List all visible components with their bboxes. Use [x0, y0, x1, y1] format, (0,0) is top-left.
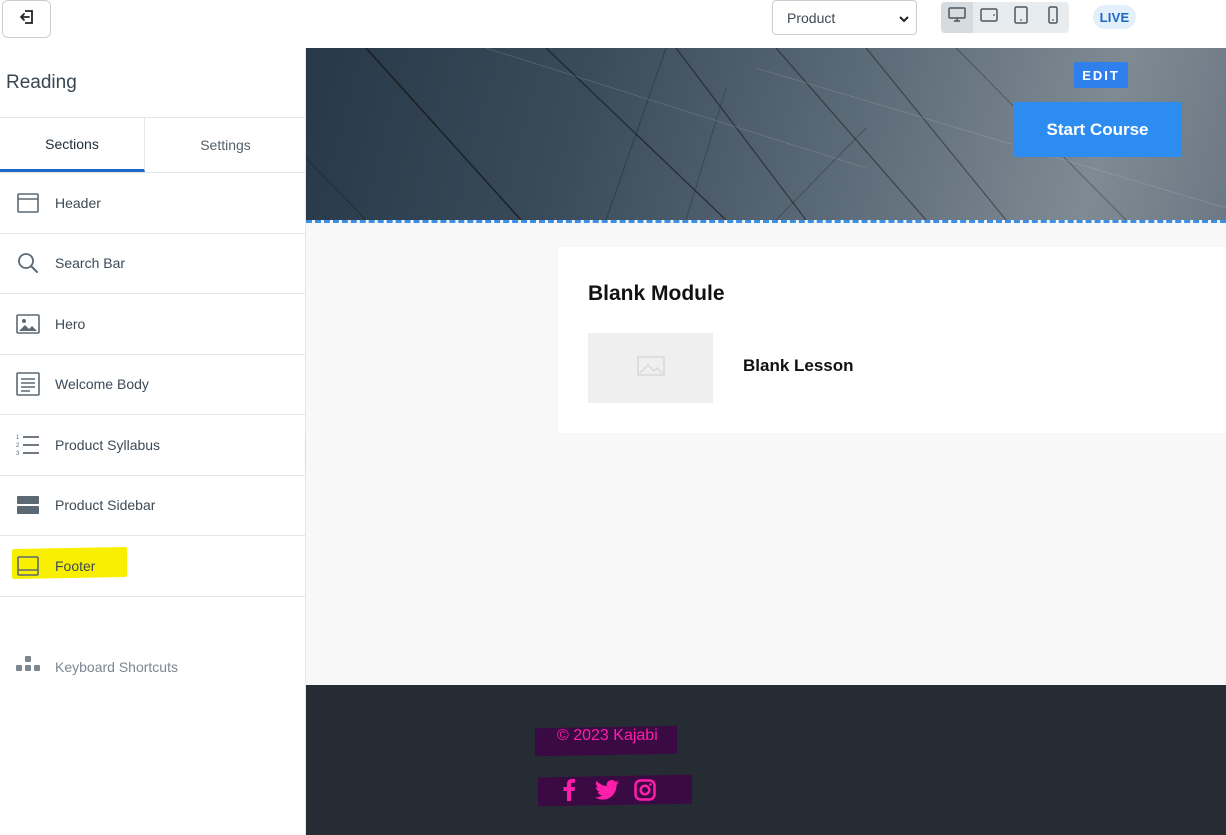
page-select[interactable]: Product: [772, 0, 917, 35]
footer-icon: [16, 554, 40, 578]
section-item-label: Welcome Body: [55, 376, 149, 393]
desktop-icon: [948, 7, 966, 28]
start-course-button[interactable]: Start Course: [1013, 102, 1182, 157]
tablet-portrait-icon: [1014, 6, 1028, 29]
sidebar-layout-icon: [16, 493, 40, 517]
top-bar: Product LIVE: [0, 0, 1226, 48]
section-item-label: Search Bar: [55, 255, 126, 272]
tablet-landscape-view-button[interactable]: [973, 2, 1005, 33]
facebook-icon[interactable]: [557, 778, 581, 802]
mobile-view-button[interactable]: [1037, 2, 1069, 33]
tablet-landscape-icon: [980, 7, 998, 28]
exit-icon: [18, 8, 36, 31]
section-item-search-bar[interactable]: Search Bar: [0, 234, 306, 294]
edit-section-button[interactable]: EDIT: [1074, 62, 1128, 88]
header-icon: [16, 191, 40, 215]
section-item-label: Product Sidebar: [55, 497, 156, 514]
tablet-portrait-view-button[interactable]: [1005, 2, 1037, 33]
svg-text:3: 3: [16, 451, 20, 457]
desktop-view-button[interactable]: [941, 2, 973, 33]
instagram-icon[interactable]: [633, 778, 657, 802]
keyboard-icon: [16, 656, 40, 677]
module-card: Blank Module Blank Lesson: [558, 247, 1226, 433]
section-list: Header Search Bar Hero Welcome Body 1 2 3 …: [0, 173, 306, 597]
image-icon: [16, 312, 40, 336]
social-links: [557, 778, 657, 802]
live-status-badge: LIVE: [1093, 5, 1136, 29]
keyboard-shortcuts-link[interactable]: Keyboard Shortcuts: [16, 656, 178, 677]
section-item-label: Product Syllabus: [55, 436, 161, 453]
keyboard-shortcuts-label: Keyboard Shortcuts: [55, 658, 178, 675]
section-item-hero[interactable]: Hero: [0, 294, 306, 355]
tab-settings[interactable]: Settings: [145, 118, 306, 172]
lesson-thumbnail[interactable]: [588, 333, 713, 403]
image-placeholder-icon: [636, 355, 665, 381]
twitter-icon[interactable]: [595, 778, 619, 802]
module-title: Blank Module: [588, 282, 725, 305]
section-item-footer[interactable]: Footer: [0, 536, 306, 597]
sidebar-tabs: Sections Settings: [0, 118, 306, 173]
lesson-title[interactable]: Blank Lesson: [743, 356, 854, 376]
section-item-header[interactable]: Header: [0, 173, 306, 234]
sidebar-title: Reading: [6, 72, 77, 93]
device-toggle: [941, 2, 1069, 33]
mobile-icon: [1048, 6, 1058, 29]
selection-outline: [306, 220, 1226, 224]
svg-text:1: 1: [16, 435, 20, 441]
svg-text:2: 2: [16, 443, 20, 449]
chevron-down-icon: [898, 12, 910, 28]
text-block-icon: [16, 372, 40, 397]
hero-section[interactable]: EDIT Start Course: [306, 48, 1226, 220]
sections-sidebar: Reading Sections Settings Header Search …: [0, 48, 306, 835]
section-item-welcome-body[interactable]: Welcome Body: [0, 355, 306, 415]
section-item-label: Hero: [55, 315, 86, 332]
exit-button[interactable]: [2, 0, 51, 38]
page-preview: EDIT Start Course Blank Module Blank Les…: [306, 48, 1226, 835]
footer-section[interactable]: © 2023 Kajabi: [306, 685, 1226, 835]
tab-sections[interactable]: Sections: [0, 118, 145, 172]
page-select-value: Product: [787, 9, 836, 26]
copyright-text: © 2023 Kajabi: [557, 727, 658, 744]
search-icon: [16, 251, 40, 275]
section-item-product-sidebar[interactable]: Product Sidebar: [0, 476, 306, 536]
numbered-list-icon: 1 2 3: [16, 433, 40, 457]
section-item-product-syllabus[interactable]: 1 2 3 Product Syllabus: [0, 415, 306, 476]
section-item-label: Footer: [55, 557, 96, 574]
section-item-label: Header: [55, 194, 101, 211]
